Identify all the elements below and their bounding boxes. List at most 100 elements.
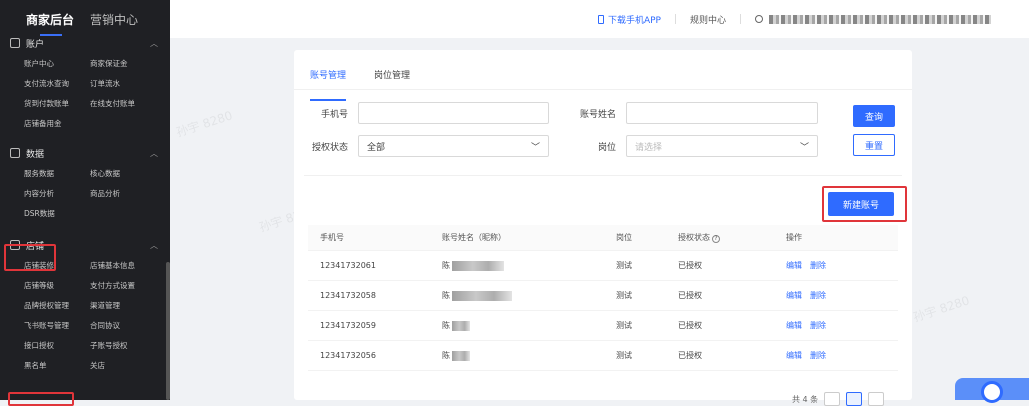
cell-position: 测试 (616, 351, 632, 360)
pagination: 共 4 条 (792, 392, 885, 406)
auth-status-header-label: 授权状态 (678, 233, 710, 242)
auth-status-value: 全部 (367, 142, 386, 153)
column-header-position: 岗位 (616, 233, 632, 242)
position-label: 岗位 (597, 142, 616, 153)
table-row: 12341732056 陈 测试 已授权 编辑 删除 (308, 341, 898, 371)
chevron-up-icon: ︿ (150, 148, 158, 158)
menu-group-label: 数据 (26, 149, 45, 160)
sidebar-item-order-flow[interactable]: 订单流水 (90, 74, 160, 94)
sidebar-item-subaccount-auth[interactable]: 子账号授权 (90, 336, 160, 356)
sidebar-item-blacklist[interactable]: 黑名单 (24, 356, 90, 376)
name-redacted (452, 350, 470, 361)
auth-status-label: 授权状态 (311, 142, 348, 153)
sidebar-item-dsr-data[interactable]: DSR数据 (24, 204, 90, 224)
divider (674, 14, 676, 24)
sidebar-item-product-analysis[interactable]: 商品分析 (90, 184, 160, 204)
table-header-row: 手机号 账号姓名（昵称） 岗位 授权状态? 操作 (308, 225, 898, 251)
sidebar-item-online-bill[interactable]: 在线支付账单 (90, 94, 160, 114)
delete-link[interactable]: 删除 (810, 291, 826, 300)
cell-actions: 编辑 删除 (786, 290, 896, 301)
sidebar-scrollbar[interactable] (166, 262, 170, 400)
next-page-button[interactable] (868, 392, 885, 406)
filter-auth-status: 授权状态 全部 ﹀ (294, 135, 549, 157)
phone-input[interactable] (358, 102, 549, 124)
cell-status: 已授权 (678, 321, 702, 330)
tab-bar: 账号管理 岗位管理 (294, 50, 912, 101)
edit-link[interactable]: 编辑 (786, 321, 802, 330)
user-name-redacted (769, 14, 991, 24)
edit-link[interactable]: 编辑 (786, 261, 802, 270)
cell-status: 已授权 (678, 351, 702, 360)
section-divider (304, 175, 902, 176)
sidebar-item-service-data[interactable]: 服务数据 (24, 164, 90, 184)
page-1-button[interactable] (846, 392, 863, 406)
menu-group-account: 账户 ︿ 账户中心 商家保证金 支付流水查询 订单流水 货到付款账单 在线支付账… (0, 32, 170, 134)
menu-group-data: 数据 ︿ 服务数据 核心数据 内容分析 商品分析 DSR数据 (0, 142, 170, 224)
account-management-card: 账号管理 岗位管理 手机号 账号姓名 授权状态 全部 ﹀ 岗位 请选择 ﹀ 查询… (294, 50, 912, 400)
sidebar-item-api-auth[interactable]: 接口授权 (24, 336, 90, 356)
sidebar-item-brand-auth[interactable]: 品牌授权管理 (24, 296, 90, 316)
sidebar-item-content-analysis[interactable]: 内容分析 (24, 184, 90, 204)
help-icon[interactable]: ? (712, 235, 720, 243)
sidebar-item-feishu-account[interactable]: 飞书账号管理 (24, 316, 90, 336)
menu-group-title-account[interactable]: 账户 ︿ (10, 32, 158, 54)
sidebar-item-shop-info[interactable]: 店铺基本信息 (90, 256, 160, 276)
cell-status: 已授权 (678, 291, 702, 300)
account-table: 手机号 账号姓名（昵称） 岗位 授权状态? 操作 12341732061 陈 测… (308, 225, 898, 371)
sidebar-item-payment-flow[interactable]: 支付流水查询 (24, 74, 90, 94)
account-name-input[interactable] (626, 102, 818, 124)
delete-link[interactable]: 删除 (810, 261, 826, 270)
delete-link[interactable]: 删除 (810, 351, 826, 360)
bar-chart-icon (10, 148, 20, 158)
reset-button[interactable]: 重置 (853, 134, 895, 156)
name-redacted (452, 320, 470, 331)
edit-link[interactable]: 编辑 (786, 291, 802, 300)
cell-status: 已授权 (678, 261, 702, 270)
pagination-total: 共 4 条 (792, 394, 819, 404)
prev-page-button[interactable] (824, 392, 841, 406)
column-header-phone: 手机号 (320, 233, 344, 242)
mobile-phone-icon (597, 14, 604, 24)
cell-phone: 12341732056 (320, 351, 376, 360)
sidebar-item-payment-settings[interactable]: 支付方式设置 (90, 276, 160, 296)
sidebar-item-reserve-fund[interactable]: 店铺备用金 (24, 114, 90, 134)
position-select[interactable]: 请选择 ﹀ (626, 135, 818, 157)
brand-marketing-center[interactable]: 营销中心 (90, 11, 138, 28)
phone-label: 手机号 (320, 109, 348, 120)
cell-phone: 12341732059 (320, 321, 376, 330)
sidebar-item-deposit[interactable]: 商家保证金 (90, 54, 160, 74)
download-app-label: 下载手机APP (607, 15, 661, 26)
sidebar-item-account-center[interactable]: 账户中心 (24, 54, 90, 74)
download-app-link[interactable]: 下载手机APP (597, 13, 661, 26)
rules-center-link[interactable]: 规则中心 (690, 13, 726, 26)
sidebar-item-close-shop[interactable]: 关店 (90, 356, 160, 376)
menu-group-title-data[interactable]: 数据 ︿ (10, 142, 158, 164)
chevron-up-icon: ︿ (150, 240, 158, 250)
cell-actions: 编辑 删除 (786, 350, 896, 361)
filter-phone: 手机号 (294, 102, 549, 124)
tab-position-management[interactable]: 岗位管理 (374, 68, 410, 89)
topbar: 下载手机APP 规则中心 (170, 0, 1029, 38)
watermark: 孙宇 8280 (911, 293, 972, 325)
brand-title[interactable]: 商家后台 (26, 11, 74, 36)
menu-group-label: 账户 (26, 39, 45, 50)
sidebar-item-shop-level[interactable]: 店铺等级 (24, 276, 90, 296)
sidebar-item-channel[interactable]: 渠道管理 (90, 296, 160, 316)
tab-account-management[interactable]: 账号管理 (310, 68, 347, 101)
user-menu[interactable] (755, 14, 991, 24)
edit-link[interactable]: 编辑 (786, 351, 802, 360)
sidebar-item-contract[interactable]: 合同协议 (90, 316, 160, 336)
name-text: 陈 (442, 351, 450, 360)
filter-name: 账号姓名 (562, 102, 818, 124)
cell-name: 陈 (442, 260, 616, 271)
sidebar-item-cod-bill[interactable]: 货到付款账单 (24, 94, 90, 114)
query-button[interactable]: 查询 (853, 105, 895, 127)
customer-service-button[interactable] (955, 378, 1029, 403)
auth-status-select[interactable]: 全部 ﹀ (358, 135, 549, 157)
column-header-name: 账号姓名（昵称） (442, 233, 506, 242)
watermark: 孙宇 8280 (174, 108, 235, 140)
column-header-auth-status: 授权状态? (678, 232, 786, 243)
delete-link[interactable]: 删除 (810, 321, 826, 330)
cell-actions: 编辑 删除 (786, 320, 896, 331)
sidebar-item-core-data[interactable]: 核心数据 (90, 164, 160, 184)
